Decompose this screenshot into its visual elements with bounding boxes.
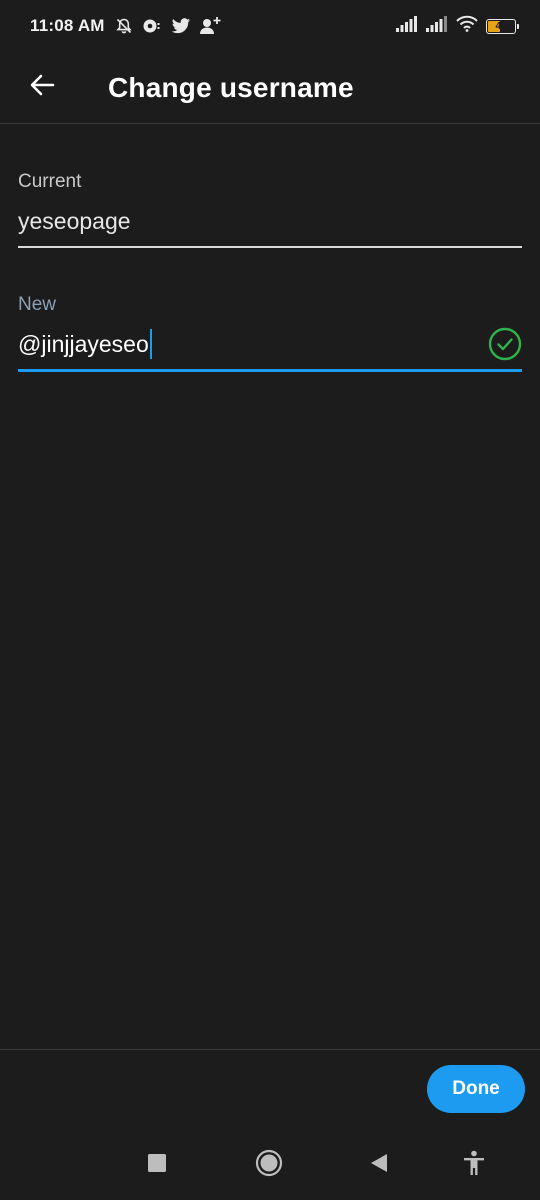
add-person-icon [199, 17, 222, 35]
home-button[interactable] [249, 1148, 289, 1182]
twitter-bird-icon [171, 17, 191, 35]
bell-muted-icon [115, 17, 133, 35]
change-username-screen: 11:08 AM 43 Change username Current yese… [0, 0, 540, 1200]
signal-icon [396, 15, 418, 37]
home-circle-icon [255, 1149, 283, 1182]
status-right: 43 [396, 15, 519, 37]
new-username-input-wrap[interactable]: @ jinjjayeseo [18, 329, 152, 359]
bottom-divider [0, 1049, 540, 1050]
current-username-row: yeseopage [18, 196, 522, 246]
signal-icon [426, 15, 448, 37]
status-time: 11:08 AM [30, 16, 105, 35]
current-username-field: Current yeseopage [18, 168, 522, 248]
system-nav-bar [0, 1130, 540, 1200]
current-username-value: yeseopage [18, 207, 131, 234]
new-username-underline [18, 369, 522, 372]
battery-level: 43 [495, 20, 507, 32]
new-username-label: New [18, 294, 57, 315]
status-left: 11:08 AM [30, 16, 222, 36]
recents-button[interactable] [137, 1148, 177, 1182]
back-button[interactable] [14, 60, 70, 116]
new-username-row[interactable]: @ jinjjayeseo [18, 319, 522, 369]
check-circle-icon [488, 327, 522, 366]
back-triangle-icon [369, 1152, 389, 1179]
arrow-left-icon [28, 71, 56, 104]
new-username-input[interactable]: jinjjayeseo [41, 331, 148, 358]
done-button[interactable]: Done [427, 1065, 525, 1113]
accessibility-icon [463, 1150, 485, 1181]
recents-square-icon [147, 1153, 167, 1178]
accessibility-button[interactable] [454, 1148, 494, 1182]
notification-icons [115, 17, 222, 35]
app-bar: Change username [0, 52, 540, 124]
system-back-button[interactable] [359, 1148, 399, 1182]
battery-icon: 43 [486, 18, 519, 34]
status-bar: 11:08 AM 43 [0, 0, 540, 52]
current-username-underline [18, 246, 522, 248]
media-icon [142, 17, 162, 35]
text-cursor [149, 329, 152, 359]
new-username-field[interactable]: New @ jinjjayeseo [18, 291, 522, 372]
current-username-label: Current [18, 171, 82, 192]
username-prefix: @ [18, 330, 42, 357]
wifi-icon [456, 15, 478, 37]
page-title: Change username [108, 71, 354, 103]
